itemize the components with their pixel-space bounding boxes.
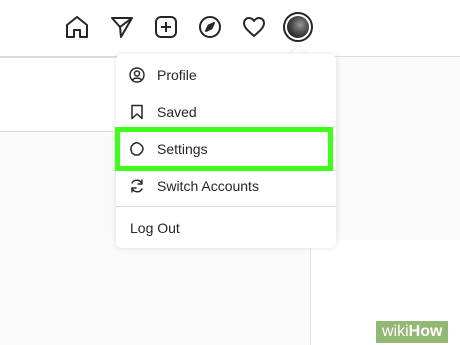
- watermark-how: How: [408, 323, 443, 340]
- direct-message-icon[interactable]: [109, 14, 135, 40]
- menu-item-switch-accounts[interactable]: Switch Accounts: [116, 167, 336, 205]
- menu-item-log-out[interactable]: Log Out: [116, 207, 336, 248]
- menu-item-label: Switch Accounts: [157, 178, 259, 194]
- wikihow-watermark: wiki How: [376, 321, 449, 343]
- explore-icon[interactable]: [197, 14, 223, 40]
- menu-item-profile[interactable]: Profile: [116, 56, 336, 94]
- watermark-wiki: wiki: [382, 323, 409, 340]
- log-out-label: Log Out: [130, 219, 180, 236]
- menu-item-settings[interactable]: Settings: [116, 130, 336, 168]
- bookmark-icon: [129, 104, 145, 120]
- activity-heart-icon[interactable]: [241, 14, 267, 40]
- menu-item-label: Saved: [157, 104, 197, 120]
- profile-circle-icon: [129, 67, 145, 83]
- menu-item-label: Settings: [157, 141, 208, 157]
- new-post-icon[interactable]: [153, 14, 179, 40]
- menu-item-label: Profile: [157, 67, 197, 83]
- profile-dropdown-menu: Profile Saved Settings Switch Accounts L…: [116, 54, 336, 248]
- switch-arrows-icon: [129, 178, 145, 194]
- avatar-image: [287, 16, 309, 38]
- profile-avatar[interactable]: [283, 12, 313, 42]
- menu-item-saved[interactable]: Saved: [116, 93, 336, 131]
- content-card: [0, 57, 118, 132]
- gear-icon: [129, 141, 145, 157]
- home-icon[interactable]: [64, 14, 90, 40]
